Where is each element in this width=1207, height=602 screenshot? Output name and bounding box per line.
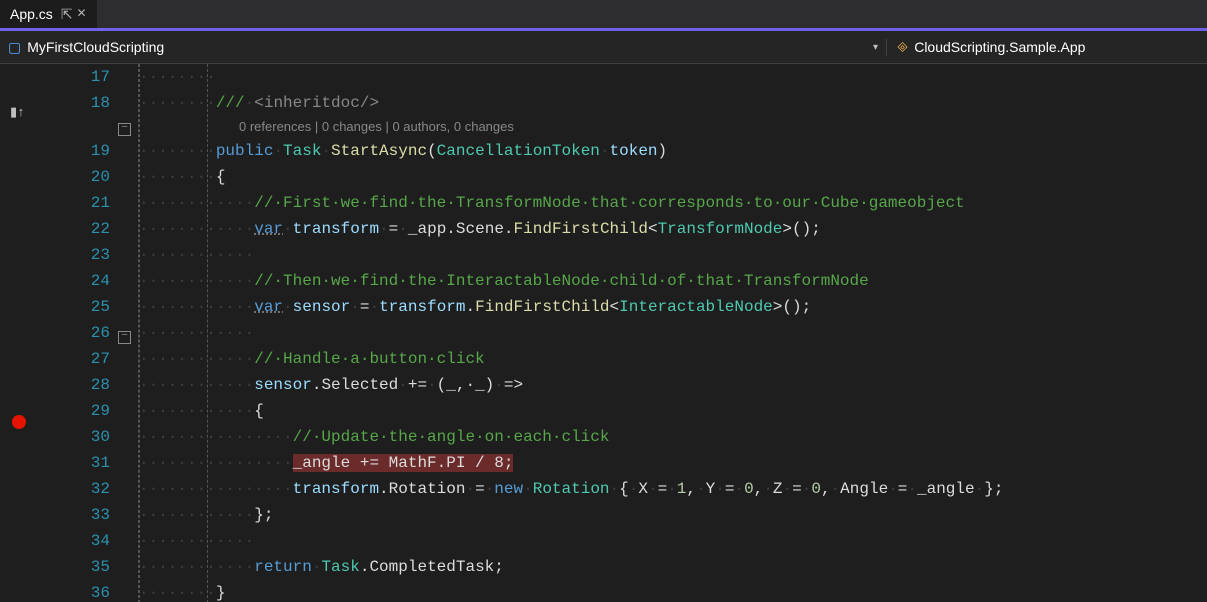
- line-number: 18: [48, 90, 110, 116]
- line-number: 34: [48, 528, 110, 554]
- code-line[interactable]: ········///·<inheritdoc/>: [139, 90, 1207, 116]
- suggestion-indicator-icon[interactable]: ▮↑: [10, 99, 38, 125]
- code-line[interactable]: ············//·Handle·a·button·click: [139, 346, 1207, 372]
- code-editor[interactable]: ▮↑ 17 18 19 20 21 22 23 24 25 26 27 28 2…: [0, 64, 1207, 602]
- line-number: 21: [48, 190, 110, 216]
- code-line[interactable]: ············: [139, 528, 1207, 554]
- code-line[interactable]: ············: [139, 242, 1207, 268]
- code-area[interactable]: ········ ········///·<inheritdoc/> 0 ref…: [139, 64, 1207, 602]
- class-icon: 🞜: [897, 39, 908, 56]
- code-line[interactable]: ············//·First·we·find·the·Transfo…: [139, 190, 1207, 216]
- code-line[interactable]: ············var·transform·=·_app.Scene.F…: [139, 216, 1207, 242]
- line-number: 19: [48, 138, 110, 164]
- glyph-margin[interactable]: ▮↑: [0, 64, 48, 602]
- code-line[interactable]: ············var·sensor·=·transform.FindF…: [139, 294, 1207, 320]
- fold-gutter[interactable]: − −: [118, 64, 139, 602]
- code-line[interactable]: ················transform.Rotation·=·new…: [139, 476, 1207, 502]
- line-number: 31: [48, 450, 110, 476]
- code-line[interactable]: ············sensor.Selected·+=·(_,·_)·=>: [139, 372, 1207, 398]
- nav-left-label: MyFirstCloudScripting: [27, 39, 164, 55]
- line-number: 33: [48, 502, 110, 528]
- code-line[interactable]: ················_angle += MathF.PI / 8;: [139, 450, 1207, 476]
- nav-right-label: CloudScripting.Sample.App: [914, 39, 1085, 55]
- line-number: 35: [48, 554, 110, 580]
- line-number: 36: [48, 580, 110, 602]
- line-number: 32: [48, 476, 110, 502]
- nav-scope-dropdown[interactable]: ▢ MyFirstCloudScripting ▾: [0, 39, 887, 56]
- nav-class-dropdown[interactable]: 🞜 CloudScripting.Sample.App: [887, 39, 1207, 56]
- code-line[interactable]: ············: [139, 320, 1207, 346]
- line-number: 26: [48, 320, 110, 346]
- code-line[interactable]: ············};: [139, 502, 1207, 528]
- line-number: 28: [48, 372, 110, 398]
- breakpoint-icon[interactable]: [10, 409, 38, 435]
- nav-bar: ▢ MyFirstCloudScripting ▾ 🞜 CloudScripti…: [0, 31, 1207, 64]
- line-number: 24: [48, 268, 110, 294]
- line-number: 22: [48, 216, 110, 242]
- code-line[interactable]: ········: [139, 64, 1207, 90]
- line-number: 20: [48, 164, 110, 190]
- line-number: 25: [48, 294, 110, 320]
- indent-guide: [207, 64, 208, 602]
- fold-toggle-icon[interactable]: −: [118, 123, 131, 136]
- code-line[interactable]: ········{: [139, 164, 1207, 190]
- line-number: 23: [48, 242, 110, 268]
- line-number: 27: [48, 346, 110, 372]
- breakpoint-highlight: _angle += MathF.PI / 8;: [293, 454, 514, 472]
- close-icon[interactable]: ✕: [77, 6, 87, 23]
- code-line[interactable]: ········public·Task·StartAsync(Cancellat…: [139, 138, 1207, 164]
- csharp-project-icon: ▢: [8, 39, 21, 56]
- code-line[interactable]: ················//·Update·the·angle·on·e…: [139, 424, 1207, 450]
- line-number-gutter: 17 18 19 20 21 22 23 24 25 26 27 28 29 3…: [48, 64, 118, 602]
- tab-title: App.cs: [10, 6, 53, 22]
- tab-app-cs[interactable]: App.cs ⇱ ✕: [0, 0, 98, 28]
- code-line[interactable]: ············{: [139, 398, 1207, 424]
- codelens[interactable]: 0 references | 0 changes | 0 authors, 0 …: [139, 116, 1207, 138]
- fold-toggle-icon[interactable]: −: [118, 331, 131, 344]
- code-line[interactable]: ············return·Task.CompletedTask;: [139, 554, 1207, 580]
- line-number: 30: [48, 424, 110, 450]
- indent-guide: [139, 64, 140, 602]
- tab-bar: App.cs ⇱ ✕: [0, 0, 1207, 28]
- chevron-down-icon: ▾: [873, 42, 878, 53]
- pin-icon[interactable]: ⇱: [61, 6, 73, 23]
- line-number: 17: [48, 64, 110, 90]
- line-number: 29: [48, 398, 110, 424]
- code-line[interactable]: ············//·Then·we·find·the·Interact…: [139, 268, 1207, 294]
- code-line[interactable]: ········}: [139, 580, 1207, 602]
